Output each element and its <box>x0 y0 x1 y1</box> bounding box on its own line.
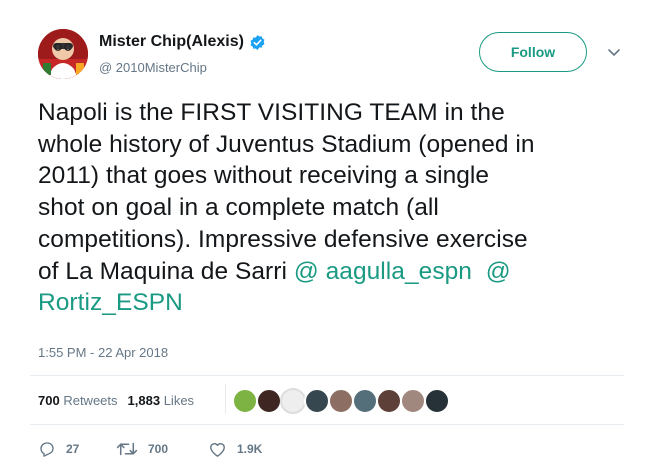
retweet-icon <box>116 442 138 456</box>
tweet-text-line: of La Maquina de Sarri @ aagulla_espn @ <box>38 256 638 288</box>
liker-avatar[interactable] <box>328 388 354 414</box>
retweet-count: 700 <box>148 442 169 456</box>
divider <box>30 375 624 376</box>
like-button[interactable]: 1.9K <box>208 440 262 458</box>
mention-link-aagulla[interactable]: @ aagulla_espn <box>294 258 472 285</box>
tweet-text-line: competitions). Impressive defensive exer… <box>38 225 528 253</box>
liker-avatar[interactable] <box>352 388 378 414</box>
liker-avatar[interactable] <box>376 388 402 414</box>
liker-avatars <box>232 388 450 414</box>
tweet-text-line: Rortiz_ESPN <box>38 287 638 319</box>
tweet-text-line: 2011) that goes without receiving a sing… <box>38 162 490 190</box>
retweets-stat[interactable]: 700 Retweets <box>38 393 118 408</box>
liker-avatar[interactable] <box>280 388 306 414</box>
tweet-text-line: whole history of Juventus Stadium (opene… <box>38 130 535 158</box>
mention-link-at[interactable]: @ <box>486 258 511 285</box>
likes-count: 1,883 <box>127 393 161 408</box>
follow-button[interactable]: Follow <box>479 32 587 72</box>
user-display-name[interactable]: Mister Chip(Alexis) <box>99 33 266 51</box>
liker-avatar[interactable] <box>304 388 330 414</box>
avatar[interactable] <box>38 29 88 79</box>
stats-separator <box>225 384 226 414</box>
mention-link-rortiz[interactable]: Rortiz_ESPN <box>38 289 183 316</box>
like-count: 1.9K <box>237 442 263 456</box>
tweet-text-segment: of La Maquina de Sarri <box>38 257 294 285</box>
verified-badge-icon <box>249 34 266 51</box>
likes-label: Likes <box>163 393 195 408</box>
tweet-actions: 27 700 1.9K <box>38 440 262 458</box>
user-handle[interactable]: @ 2010MisterChip <box>99 60 207 75</box>
chevron-down-icon[interactable] <box>606 46 622 58</box>
tweet-timestamp[interactable]: 1:55 PM - 22 Apr 2018 <box>38 345 168 360</box>
divider <box>30 424 624 425</box>
tweet-card: Mister Chip(Alexis) @ 2010MisterChip Fol… <box>0 0 665 462</box>
reply-count: 27 <box>66 442 80 456</box>
liker-avatar[interactable] <box>400 388 426 414</box>
tweet-text-line: shot on goal in a complete match (all <box>38 194 439 222</box>
likes-stat[interactable]: 1,883 Likes <box>128 393 195 408</box>
liker-avatar[interactable] <box>256 388 282 414</box>
tweet-stats: 700 Retweets 1,883 Likes <box>38 393 194 408</box>
retweet-button[interactable]: 700 <box>116 440 208 458</box>
tweet-text: Napoli is the FIRST VISITING TEAM in the… <box>38 97 638 319</box>
user-name-text: Mister Chip(Alexis) <box>99 33 244 50</box>
tweet-text-line: Napoli is the FIRST VISITING TEAM in the <box>38 99 505 126</box>
retweets-count: 700 <box>38 393 60 408</box>
reply-icon <box>40 442 54 457</box>
retweets-label: Retweets <box>63 393 118 408</box>
liker-avatar[interactable] <box>232 388 258 414</box>
reply-button[interactable]: 27 <box>38 440 116 458</box>
liker-avatar[interactable] <box>424 388 450 414</box>
heart-icon <box>210 443 225 457</box>
